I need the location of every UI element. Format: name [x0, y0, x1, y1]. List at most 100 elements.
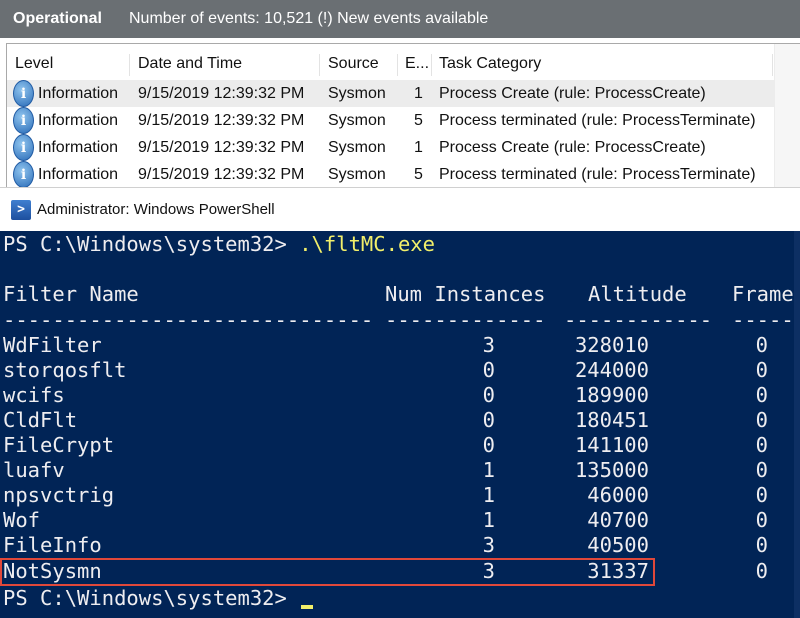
event-task: Process Create (rule: ProcessCreate): [439, 139, 706, 156]
event-count-summary[interactable]: Number of events: 10,521 (!) New events …: [127, 10, 488, 28]
filter-frame: 0: [755, 408, 768, 432]
window-title: Administrator: Windows PowerShell: [37, 201, 275, 218]
information-icon: i: [13, 134, 34, 161]
table-row: FileCrypt 0 141100 0: [3, 433, 798, 458]
event-log-header: Operational Number of events: 10,521 (!)…: [0, 0, 800, 38]
event-viewer-pane: Operational Number of events: 10,521 (!)…: [0, 0, 800, 188]
filter-altitude: 135000: [574, 458, 649, 482]
filter-altitude: 244000: [574, 358, 649, 382]
filter-name: FileCrypt: [3, 433, 115, 457]
header-num-instances: Num Instances: [385, 282, 546, 306]
filter-instances: 1: [482, 508, 495, 532]
powershell-console[interactable]: PS C:\Windows\system32> .\fltMC.exe Filt…: [0, 231, 800, 618]
event-list-header: Level Date and Time Source E... Task Cat…: [7, 50, 800, 78]
filter-altitude: 46000: [587, 483, 649, 507]
table-row: luafv 1 135000 0: [3, 458, 798, 483]
table-row: CldFlt 0 180451 0: [3, 408, 798, 433]
filter-frame: 0: [755, 433, 768, 457]
event-datetime: 9/15/2019 12:39:32 PM: [138, 112, 305, 129]
table-row: FileInfo 3 40500 0: [3, 533, 798, 558]
filter-frame: 0: [755, 559, 768, 583]
separator-num-instances: -------------: [385, 308, 546, 332]
console-scrollbar[interactable]: [794, 231, 800, 618]
table-row: wcifs 0 189900 0: [3, 383, 798, 408]
filter-frame: 0: [755, 508, 768, 532]
event-source: Sysmon: [328, 166, 386, 183]
filter-instances: 0: [482, 358, 495, 382]
filter-instances: 0: [482, 433, 495, 457]
filter-instances: 3: [482, 533, 495, 557]
event-id: 5: [414, 112, 423, 129]
filter-frame: 0: [755, 458, 768, 482]
table-row: WdFilter 3 328010 0: [3, 333, 798, 358]
filter-instances: 3: [482, 333, 495, 357]
event-level: Information: [38, 139, 119, 156]
filter-name: Wof: [3, 508, 41, 532]
filter-name: npsvctrig: [3, 483, 115, 507]
column-event-id[interactable]: E...: [401, 50, 429, 78]
header-altitude: Altitude: [588, 282, 687, 306]
powershell-titlebar[interactable]: > Administrator: Windows PowerShell: [0, 187, 800, 231]
table-row: npsvctrig 1 46000 0: [3, 483, 798, 508]
event-row[interactable]: i Information 9/15/2019 12:39:32 PM Sysm…: [7, 107, 800, 134]
separator-altitude: ------------: [564, 308, 713, 332]
log-name: Operational: [13, 10, 102, 27]
filter-name: WdFilter: [3, 333, 102, 357]
event-task: Process terminated (rule: ProcessTermina…: [439, 166, 756, 183]
text-cursor: [301, 605, 314, 609]
filter-frame: 0: [755, 358, 768, 382]
filter-altitude: 40700: [587, 508, 649, 532]
table-row: storqosflt 0 244000 0: [3, 358, 798, 383]
filter-instances: 0: [482, 408, 495, 432]
event-row[interactable]: i Information 9/15/2019 12:39:32 PM Sysm…: [7, 80, 800, 107]
information-icon: i: [13, 161, 34, 188]
filter-altitude: 328010: [574, 333, 649, 357]
event-level: Information: [38, 85, 119, 102]
event-list: Level Date and Time Source E... Task Cat…: [6, 43, 800, 188]
header-filter-name: Filter Name: [3, 282, 139, 306]
event-id: 1: [414, 85, 423, 102]
column-level[interactable]: Level: [11, 50, 53, 78]
separator-filter-name: ------------------------------: [3, 308, 374, 332]
information-icon: i: [13, 80, 34, 107]
column-date-time[interactable]: Date and Time: [134, 50, 242, 78]
filter-frame: 0: [755, 483, 768, 507]
filter-frame: 0: [755, 383, 768, 407]
prompt: PS C:\Windows\system32>: [3, 586, 300, 610]
filter-altitude: 180451: [574, 408, 649, 432]
event-datetime: 9/15/2019 12:39:32 PM: [138, 85, 305, 102]
highlight-box: [0, 558, 655, 586]
header-frame: Frame: [732, 282, 794, 306]
event-task: Process terminated (rule: ProcessTermina…: [439, 112, 756, 129]
event-level: Information: [38, 166, 119, 183]
event-row[interactable]: i Information 9/15/2019 12:39:32 PM Sysm…: [7, 134, 800, 161]
event-id: 1: [414, 139, 423, 156]
filter-instances: 1: [482, 483, 495, 507]
information-icon: i: [13, 107, 34, 134]
column-source[interactable]: Source: [324, 50, 379, 78]
separator-frame: -----: [732, 308, 794, 332]
prompt: PS C:\Windows\system32>: [3, 232, 300, 256]
filter-altitude: 141100: [574, 433, 649, 457]
event-source: Sysmon: [328, 112, 386, 129]
filter-frame: 0: [755, 533, 768, 557]
filter-name: CldFlt: [3, 408, 78, 432]
table-separator: ------------------------------ ---------…: [3, 308, 798, 333]
event-source: Sysmon: [328, 139, 386, 156]
filter-name: storqosflt: [3, 358, 127, 382]
filter-altitude: 189900: [574, 383, 649, 407]
event-task: Process Create (rule: ProcessCreate): [439, 85, 706, 102]
powershell-icon: >: [11, 199, 31, 220]
event-level: Information: [38, 112, 119, 129]
event-row[interactable]: i Information 9/15/2019 12:39:32 PM Sysm…: [7, 161, 800, 188]
command-text: .\fltMC.exe: [299, 232, 435, 256]
filter-name: luafv: [3, 458, 65, 482]
event-id: 5: [414, 166, 423, 183]
filter-name: FileInfo: [3, 533, 102, 557]
column-task-category[interactable]: Task Category: [435, 50, 541, 78]
filter-frame: 0: [755, 333, 768, 357]
filter-instances: 0: [482, 383, 495, 407]
filter-name: wcifs: [3, 383, 65, 407]
table-header: Filter Name Num Instances Altitude Frame: [3, 282, 798, 307]
event-list-scrollbar[interactable]: [774, 44, 800, 188]
